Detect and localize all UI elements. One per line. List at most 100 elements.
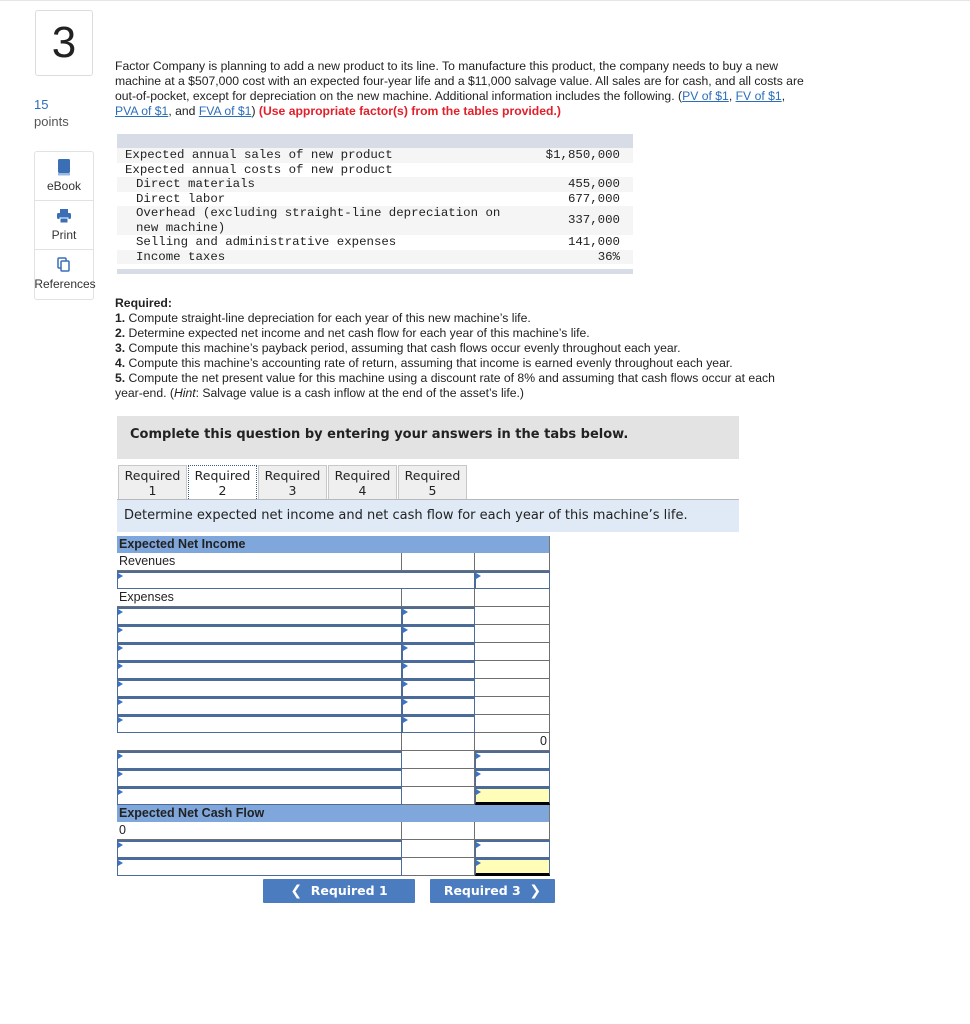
expense-label-dropdown[interactable]	[117, 643, 402, 661]
table-row: Revenues	[117, 553, 550, 571]
given-label: Direct labor	[136, 191, 226, 206]
points-label: points	[34, 114, 69, 129]
expense-label-dropdown[interactable]	[117, 715, 402, 733]
separator: ,	[781, 89, 786, 103]
tab-required-2[interactable]: Required 2	[188, 465, 257, 499]
print-button[interactable]: Print	[35, 201, 93, 250]
cash-flow-label-dropdown[interactable]	[117, 840, 402, 858]
expense-row	[117, 697, 550, 715]
prev-label: Required 1	[310, 883, 388, 898]
given-label: Expected annual costs of new product	[125, 162, 393, 177]
income-amount-input[interactable]	[475, 751, 550, 769]
empty-cell	[402, 751, 475, 769]
given-label: Direct materials	[136, 177, 255, 191]
cash-flow-first-value: 0	[117, 822, 402, 840]
chevron-right-icon: ❯	[529, 883, 542, 899]
given-row: Expected annual sales of new product $1,8…	[117, 148, 633, 163]
expense-label-dropdown[interactable]	[117, 625, 402, 643]
chevron-left-icon: ❮	[290, 883, 303, 899]
net-cash-flow-total-input[interactable]	[475, 858, 550, 876]
income-amount-input[interactable]	[475, 769, 550, 787]
given-value: 455,000	[567, 177, 620, 191]
factor-instruction: (Use appropriate factor(s) from the tabl…	[258, 104, 561, 118]
required-heading: Required:	[115, 296, 172, 310]
pva-link[interactable]: PVA of $1	[115, 104, 168, 118]
expense-amount-input[interactable]	[402, 715, 475, 733]
pv-link[interactable]: PV of $1	[682, 89, 729, 103]
expense-label-dropdown[interactable]	[117, 661, 402, 679]
empty-cell	[402, 769, 475, 787]
total-expenses-row: 0	[117, 733, 550, 751]
empty-cell	[475, 553, 550, 571]
net-income-label-dropdown[interactable]	[117, 787, 402, 805]
expense-amount-input[interactable]	[402, 697, 475, 715]
revenue-label-dropdown[interactable]	[117, 571, 475, 589]
prev-required-button[interactable]: ❮ Required 1	[263, 879, 415, 903]
empty-cell	[475, 607, 550, 625]
empty-cell	[402, 822, 475, 840]
ebook-button[interactable]: eBook	[35, 152, 93, 201]
separator: ,	[728, 89, 736, 103]
fv-link[interactable]: FV of $1	[736, 89, 782, 103]
empty-cell	[402, 858, 475, 876]
tab-required-3[interactable]: Required 3	[258, 465, 327, 499]
revenues-label: Revenues	[117, 553, 402, 571]
expense-amount-input[interactable]	[402, 625, 475, 643]
expense-amount-input[interactable]	[402, 661, 475, 679]
expense-amount-input[interactable]	[402, 607, 475, 625]
given-row: Selling and administrative expenses 141,0…	[117, 235, 633, 250]
book-icon	[35, 159, 93, 177]
required-item: 2. Determine expected net income and net…	[115, 326, 590, 340]
expense-row	[117, 643, 550, 661]
question-number: 3	[35, 10, 93, 76]
print-label: Print	[51, 228, 77, 242]
tab-required-1[interactable]: Required 1	[118, 465, 187, 499]
net-income-header: Expected Net Income	[117, 536, 550, 553]
references-button[interactable]: References	[34, 250, 96, 299]
given-value: 677,000	[567, 191, 620, 206]
empty-cell	[475, 697, 550, 715]
top-divider	[0, 0, 970, 1]
table-row: 0	[117, 822, 550, 840]
given-label: Selling and administrative expenses	[136, 235, 397, 249]
net-income-total-input[interactable]	[475, 787, 550, 805]
expense-label-dropdown[interactable]	[117, 607, 402, 625]
expense-amount-input[interactable]	[402, 643, 475, 661]
net-income-row	[117, 787, 550, 805]
expenses-label: Expenses	[117, 589, 402, 607]
paren: )	[251, 104, 256, 118]
expense-row	[117, 679, 550, 697]
cash-flow-amount-input[interactable]	[475, 840, 550, 858]
income-row	[117, 751, 550, 769]
given-value: 141,000	[567, 235, 620, 249]
side-tools: eBook Print References	[34, 151, 96, 300]
given-value: $1,850,000	[545, 148, 620, 162]
answer-worksheet: Expected Net Income Revenues Expenses 0 …	[117, 536, 550, 876]
empty-cell	[402, 840, 475, 858]
expense-row	[117, 715, 550, 733]
expense-amount-input[interactable]	[402, 679, 475, 697]
tab-prompt: Determine expected net income and net ca…	[117, 500, 739, 532]
total-expenses-value: 0	[475, 733, 550, 751]
fva-link[interactable]: FVA of $1	[199, 104, 252, 118]
copy-icon	[35, 257, 93, 275]
given-row: Expected annual costs of new product	[117, 163, 633, 178]
net-cash-flow-label-dropdown[interactable]	[117, 858, 402, 876]
required-item: 1. Compute straight-line depreciation fo…	[115, 311, 531, 325]
next-required-button[interactable]: Required 3 ❯	[430, 879, 555, 903]
income-label-dropdown[interactable]	[117, 751, 402, 769]
income-label-dropdown[interactable]	[117, 769, 402, 787]
empty-cell	[475, 643, 550, 661]
expense-label-dropdown[interactable]	[117, 697, 402, 715]
empty-cell	[475, 679, 550, 697]
empty-cell	[117, 733, 402, 751]
table-top-bar	[117, 134, 633, 148]
tab-required-5[interactable]: Required 5	[398, 465, 467, 499]
tab-required-4[interactable]: Required 4	[328, 465, 397, 499]
cash-flow-row	[117, 840, 550, 858]
required-item: 5. Compute the net present value for thi…	[115, 371, 775, 400]
printer-icon	[35, 208, 93, 226]
revenue-amount-input[interactable]	[475, 571, 550, 589]
given-row: Overhead (excluding straight-line deprec…	[117, 206, 633, 235]
expense-label-dropdown[interactable]	[117, 679, 402, 697]
